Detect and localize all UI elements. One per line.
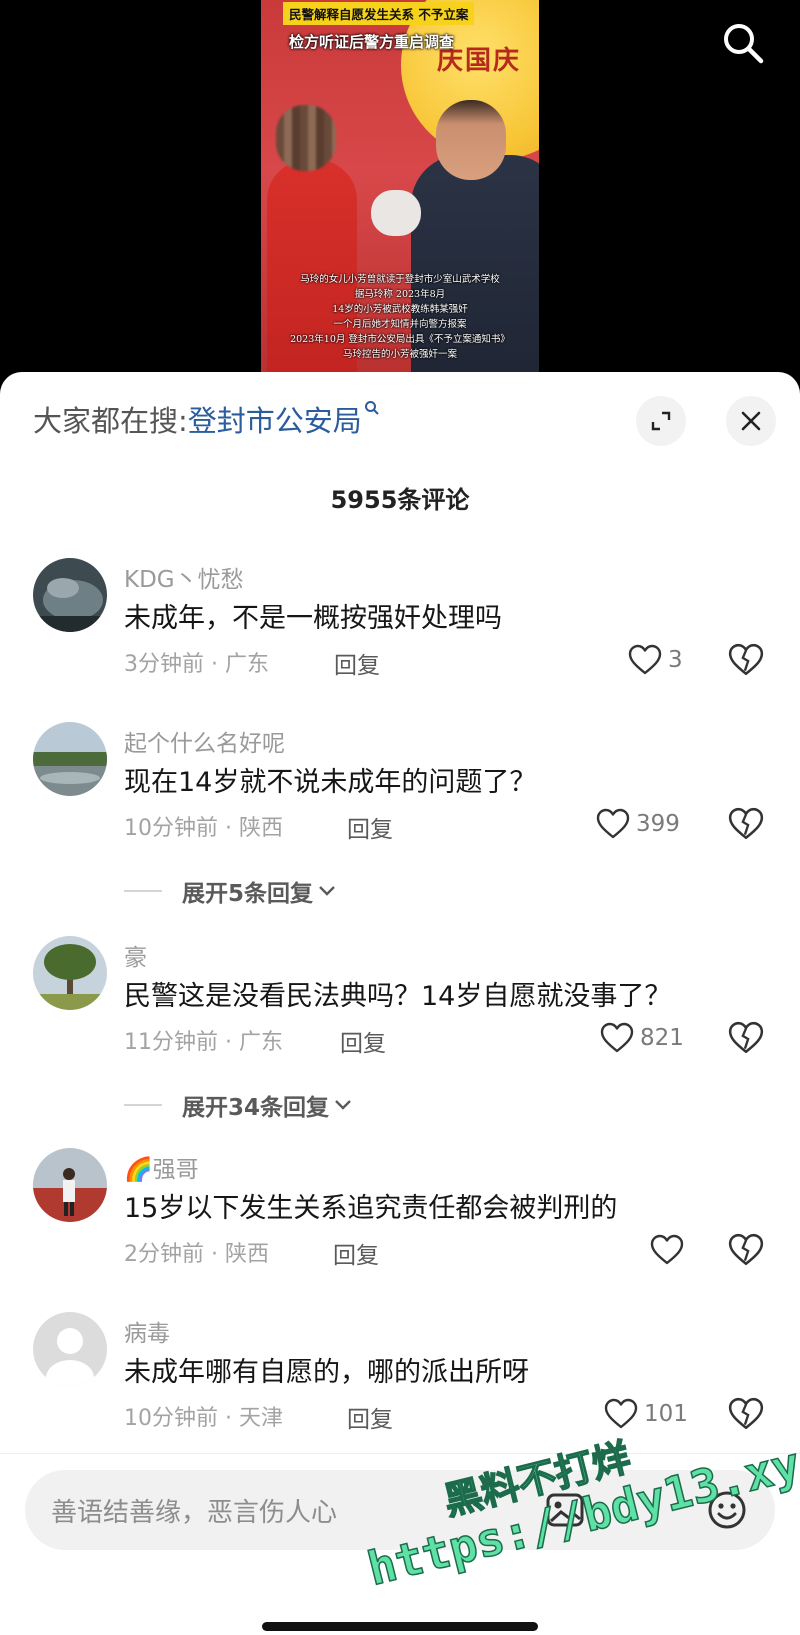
comment-author[interactable]: KDG丶忧愁 [124,560,244,594]
comment-item[interactable]: KDG丶忧愁 未成年，不是一概按强奸处理吗 3分钟前 · 广东 回复 3 [0,558,800,688]
divider [124,1104,162,1106]
comment-author[interactable]: 病毒 [124,1314,170,1348]
hot-search-link[interactable]: 登封市公安局 [188,404,362,438]
subtitle-line: 马玲的女儿小芳曾就读于登封市少室山武术学校 [300,274,500,285]
reply-button[interactable]: 回复 [347,1400,393,1434]
comment-meta: 10分钟前 · 天津 [124,1406,283,1431]
comment-meta: 11分钟前 · 广东 [124,1030,283,1055]
video-frame[interactable]: 庆国庆 民警解释自愿发生关系 不予立案 检方听证后警方重启调查 马玲的女儿小芳曾… [261,0,539,380]
close-icon [741,411,761,431]
person-right-head [436,100,506,180]
comment-item[interactable]: 豪 民警这是没看民法典吗？14岁自愿就没事了？ 11分钟前 · 广东 回复 82… [0,936,800,1066]
comment-author[interactable]: 豪 [124,938,147,972]
comment-meta: 2分钟前 · 陕西 [124,1242,269,1267]
video-player[interactable]: 庆国庆 民警解释自愿发生关系 不予立案 检方听证后警方重启调查 马玲的女儿小芳曾… [0,0,800,380]
like-button[interactable]: 399 [596,806,680,842]
reply-button[interactable]: 回复 [334,646,380,680]
chevron-down-icon [319,886,335,896]
comment-text: 现在14岁就不说未成年的问题了？ [124,767,537,798]
expand-replies-label: 展开5条回复 [182,881,314,907]
broken-heart-icon[interactable] [728,806,764,842]
broken-heart-icon[interactable] [728,1020,764,1056]
comment-meta: 3分钟前 · 广东 [124,652,269,677]
avatar[interactable] [33,1148,107,1222]
comment-text: 未成年哪有自愿的，哪的派出所呀 [124,1357,529,1388]
input-placeholder: 善语结善缘，恶言伤人心 [51,1498,338,1528]
expand-replies-button[interactable]: 展开34条回复 [124,1088,353,1122]
comment-item[interactable]: 起个什么名好呢 现在14岁就不说未成年的问题了？ 10分钟前 · 陕西 回复 3… [0,722,800,852]
comment-author[interactable]: 起个什么名好呢 [124,724,285,758]
reply-button[interactable]: 回复 [347,810,393,844]
reply-button[interactable]: 回复 [340,1024,386,1058]
heart-icon [596,808,630,839]
like-button[interactable]: 821 [600,1020,684,1056]
comment-meta: 10分钟前 · 陕西 [124,816,283,841]
expand-button[interactable] [636,396,686,446]
divider [124,890,162,892]
expand-replies-button[interactable]: 展开5条回复 [124,874,337,908]
avatar[interactable] [33,936,107,1010]
subtitle-line: 一个月后她才知情并向警方报案 [333,319,467,330]
heart-icon [600,1022,634,1053]
hot-search-label: 大家都在搜: [33,404,188,438]
broken-heart-icon[interactable] [728,642,764,678]
video-subtitles: 马玲的女儿小芳曾就读于登封市少室山武术学校 据马玲称 2023年8月 14岁的小… [261,272,539,362]
handshake [371,190,421,236]
search-icon[interactable] [364,400,380,416]
comment-item[interactable]: 🌈强哥 15岁以下发生关系追究责任都会被判刑的 2分钟前 · 陕西 回复 [0,1148,800,1278]
avatar[interactable] [33,722,107,796]
like-count: 821 [640,1025,684,1051]
subtitle-line: 2023年10月 登封市公安局出具《不予立案通知书》 [290,334,510,345]
like-count: 399 [636,811,680,837]
subtitle-line: 据马玲称 2023年8月 [354,289,446,300]
comment-input-bar: 善语结善缘，恶言伤人心 黑料不打烊 https://bdy13.xyz [0,1429,800,1635]
chevron-down-icon [335,1100,351,1110]
close-button[interactable] [726,396,776,446]
heart-icon [628,644,662,675]
expand-icon [651,411,671,431]
comment-count: 5955条评论 [330,486,470,514]
avatar[interactable] [33,1312,107,1386]
hot-search-bar[interactable]: 大家都在搜:登封市公安局 [33,398,380,440]
like-count: 3 [668,647,683,673]
video-caption-second: 检方听证后警方重启调查 [289,33,455,51]
blurred-face [276,105,336,171]
reply-button[interactable]: 回复 [333,1236,379,1270]
comment-sheet: 大家都在搜:登封市公安局 5955条评论 KDG丶忧愁 未成年，不是一概按强奸处… [0,372,800,1635]
subtitle-line: 马玲控告的小芳被强奸一案 [342,349,457,360]
comment-author[interactable]: 🌈强哥 [124,1150,199,1184]
comment-text: 未成年，不是一概按强奸处理吗 [124,603,502,634]
search-icon[interactable] [720,20,766,66]
like-button[interactable]: 3 [628,642,683,678]
comment-text: 民警这是没看民法典吗？14岁自愿就没事了？ [124,981,672,1012]
home-indicator[interactable] [262,1622,538,1631]
heart-icon [650,1234,684,1265]
comment-text: 15岁以下发生关系追究责任都会被判刑的 [124,1193,618,1224]
subtitle-line: 14岁的小芳被武校教练韩某强奸 [332,304,468,315]
broken-heart-icon[interactable] [728,1232,764,1268]
like-button[interactable] [650,1232,690,1268]
expand-replies-label: 展开34条回复 [182,1095,330,1121]
avatar[interactable] [33,558,107,632]
video-caption-top: 民警解释自愿发生关系 不予立案 [283,2,475,25]
